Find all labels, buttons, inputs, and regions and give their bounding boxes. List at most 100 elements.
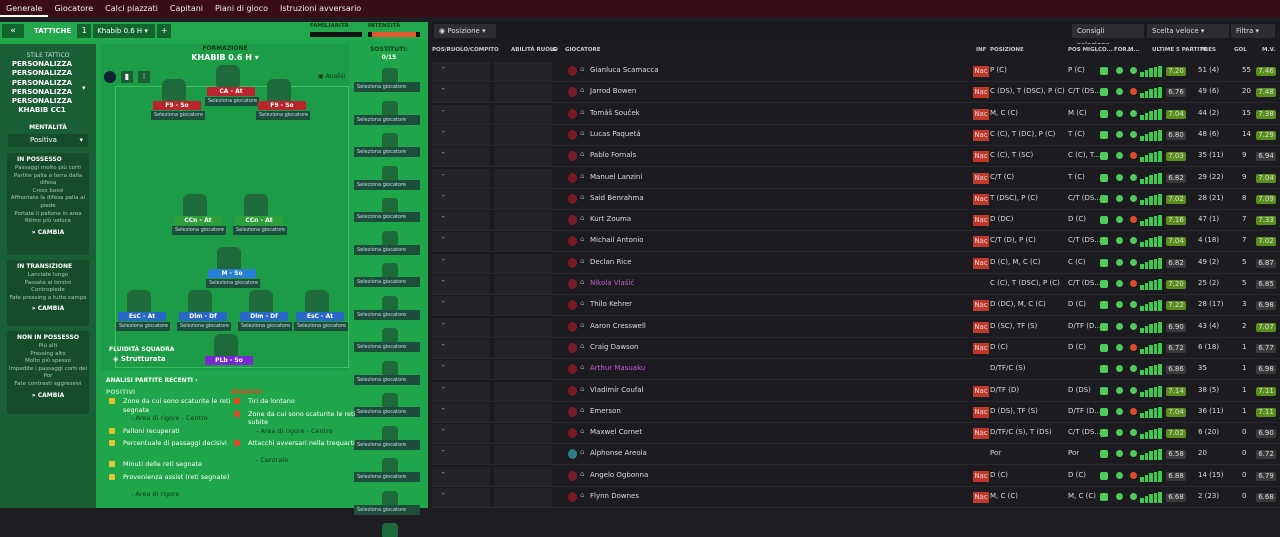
collapse-button[interactable]: « [2, 24, 24, 38]
role-cell[interactable] [432, 424, 490, 444]
change-out-possession-button[interactable]: » CAMBIA [7, 392, 89, 399]
column-header[interactable]: M... [1128, 47, 1140, 53]
analysis-item[interactable]: Attacchi avversari nella trequarti [248, 439, 360, 448]
player-shirt-icon[interactable] [249, 290, 273, 312]
position-role[interactable]: EsC - At [118, 312, 166, 321]
column-header[interactable]: POS MIGL [1068, 47, 1098, 53]
table-row[interactable]: - ⌂ Said Benrahma Nac T (DSC), P (C) C/T (DS.… [432, 189, 1280, 210]
analysis-item[interactable]: Provenienza assist (reti segnate) [123, 473, 233, 482]
select-player-dropdown[interactable]: Seleziona giocatore [294, 322, 348, 331]
chevron-down-icon[interactable]: ▾ [82, 84, 86, 92]
player-name[interactable]: Flynn Downes [590, 492, 639, 500]
table-row[interactable]: - ⌂ Gianluca Scamacca Nac P (C) P (C) 7.20 51 (… [432, 61, 1280, 82]
sub-select-dropdown[interactable]: Seleziona giocatore [354, 212, 420, 222]
column-header[interactable]: PRES [1200, 47, 1216, 53]
player-shirt-icon[interactable] [216, 65, 240, 87]
column-header[interactable]: GIOCATORE [565, 47, 601, 53]
column-header[interactable]: CO... [1098, 47, 1113, 53]
player-name[interactable]: Pablo Fornals [590, 151, 636, 159]
select-player-dropdown[interactable]: Seleziona giocatore [172, 226, 226, 235]
nav-tab[interactable]: Capitani [164, 0, 209, 17]
position-role[interactable]: M - So [208, 269, 256, 278]
table-row[interactable]: - ⌂ Lucas Paquetá Nac C (C), T (DC), P (C) T … [432, 125, 1280, 146]
position-role[interactable]: Dlm - Df [179, 312, 227, 321]
column-header[interactable]: INF [976, 47, 986, 53]
player-name[interactable]: Kurt Zouma [590, 215, 631, 223]
table-row[interactable]: - ⌂ Alphonse Areola Por Por 6.58 20 0 6.72 [432, 444, 1280, 466]
sub-select-dropdown[interactable]: Seleziona giocatore [354, 439, 420, 450]
table-row[interactable]: - ⌂ Manuel Lanzini Nac C/T (C) T (C) 6.82 29 (2… [432, 168, 1280, 189]
role-cell[interactable] [432, 211, 490, 231]
table-row[interactable]: - ⌂ Aaron Cresswell Nac D (SC), TF (S) D/TF (… [432, 317, 1280, 338]
role-cell[interactable] [432, 168, 490, 188]
tactical-style-names[interactable]: PERSONALIZZA PERSONALIZZA PERSONALIZZA PERS… [4, 60, 80, 116]
formation-name[interactable]: KHABIB 0.6 H ▾ [160, 53, 290, 62]
table-row[interactable]: - ⌂ Angelo Ogbonna Nac D (C) D (C) 6.88 14 (15)… [432, 466, 1280, 487]
role-cell[interactable] [432, 104, 490, 124]
player-name[interactable]: Michail Antonio [590, 236, 644, 244]
player-shirt-icon[interactable] [267, 79, 291, 101]
player-shirt-icon[interactable] [305, 290, 329, 312]
position-role[interactable]: PLb - So [205, 356, 253, 365]
column-header[interactable]: ULTIME 5 PARTITE [1152, 47, 1207, 53]
table-row[interactable]: - ⌂ Emerson Nac D (DS), TF (S) D/TF (D... 7.04… [432, 402, 1280, 423]
position-role[interactable]: EsC - At [296, 312, 344, 321]
player-shirt-icon[interactable] [162, 79, 186, 101]
mentality-select[interactable]: Positiva ▾ [8, 134, 88, 147]
select-player-dropdown[interactable]: Seleziona giocatore [177, 322, 231, 331]
sub-select-dropdown[interactable]: Seleziona giocatore [354, 82, 420, 92]
analysis-item[interactable]: Zone da cui sono scaturite le reti segna… [123, 397, 233, 414]
role-cell[interactable] [432, 83, 490, 103]
role-cell[interactable] [432, 360, 490, 380]
sub-select-dropdown[interactable]: Seleziona giocatore [354, 342, 420, 352]
role-cell[interactable] [432, 189, 490, 209]
tactic-select[interactable]: Khabib 0.6 H ▾ [93, 24, 156, 38]
analysis-button[interactable]: ▣ Analisi [318, 73, 345, 80]
player-name[interactable]: Tomáš Souček [590, 109, 640, 117]
player-name[interactable]: Jarrod Bowen [590, 87, 636, 95]
analysis-item[interactable]: Minuti delle reti segnate [123, 460, 233, 469]
player-name[interactable]: Arthur Masuaku [590, 364, 645, 372]
role-cell[interactable] [432, 275, 490, 294]
role-cell[interactable] [432, 125, 490, 145]
add-tactic-button[interactable]: + [157, 24, 172, 38]
position-role[interactable]: Dlm - Df [240, 312, 288, 321]
role-cell[interactable] [432, 445, 490, 465]
column-header[interactable]: IG [550, 47, 557, 53]
recent-analysis-title[interactable]: ANALISI PARTITE RECENTI › [106, 377, 198, 384]
role-cell[interactable] [432, 253, 490, 273]
position-role[interactable]: CCn - At [174, 216, 222, 225]
role-cell[interactable] [432, 232, 490, 252]
player-name[interactable]: Said Benrahma [590, 194, 644, 202]
person-icon[interactable] [104, 71, 116, 83]
select-player-dropdown[interactable]: Seleziona giocatore [206, 279, 260, 288]
sub-select-dropdown[interactable]: Seleziona giocatore [354, 114, 420, 125]
sub-select-dropdown[interactable]: Seleziona giocatore [354, 277, 420, 287]
player-name[interactable]: Craig Dawson [590, 343, 638, 351]
sub-select-dropdown[interactable]: Seleziona giocatore [354, 309, 420, 320]
sliders-icon[interactable]: ⁝ [138, 71, 150, 83]
player-name[interactable]: Alphonse Areola [590, 449, 647, 457]
table-row[interactable]: - ⌂ Nikola Vlašić C (C), T (DSC), P (C) C/T … [432, 274, 1280, 295]
role-cell[interactable] [432, 338, 490, 358]
column-header[interactable]: GOL [1234, 47, 1247, 53]
role-cell[interactable] [432, 488, 490, 507]
column-header[interactable]: M.V. [1262, 47, 1275, 53]
column-header[interactable]: POS/RUOLO/COMPITO [432, 47, 499, 53]
column-header[interactable]: POSIZIONE [990, 47, 1024, 53]
quick-pick-button[interactable]: Scelta veloce ▾ [1147, 24, 1229, 38]
player-name[interactable]: Gianluca Scamacca [590, 66, 659, 74]
nav-tab[interactable]: Piani di gioco [209, 0, 274, 17]
nav-tab[interactable]: Calci piazzati [99, 0, 164, 17]
player-shirt-icon[interactable] [214, 334, 238, 356]
role-cell[interactable] [432, 296, 490, 316]
table-row[interactable]: - ⌂ Craig Dawson Nac D (C) D (C) 6.72 6 (18) 1 6.… [432, 338, 1280, 359]
nav-tab[interactable]: Giocatore [48, 0, 99, 17]
player-name[interactable]: Maxwel Cornet [590, 428, 642, 436]
sub-select-dropdown[interactable]: Seleziona giocatore [354, 407, 420, 417]
player-name[interactable]: Nikola Vlašić [590, 279, 634, 287]
change-in-possession-button[interactable]: » CAMBIA [7, 229, 89, 236]
player-name[interactable]: Aaron Cresswell [590, 322, 646, 330]
select-player-dropdown[interactable]: Seleziona giocatore [256, 111, 310, 120]
analysis-item[interactable]: Palloni recuperati [123, 427, 233, 436]
